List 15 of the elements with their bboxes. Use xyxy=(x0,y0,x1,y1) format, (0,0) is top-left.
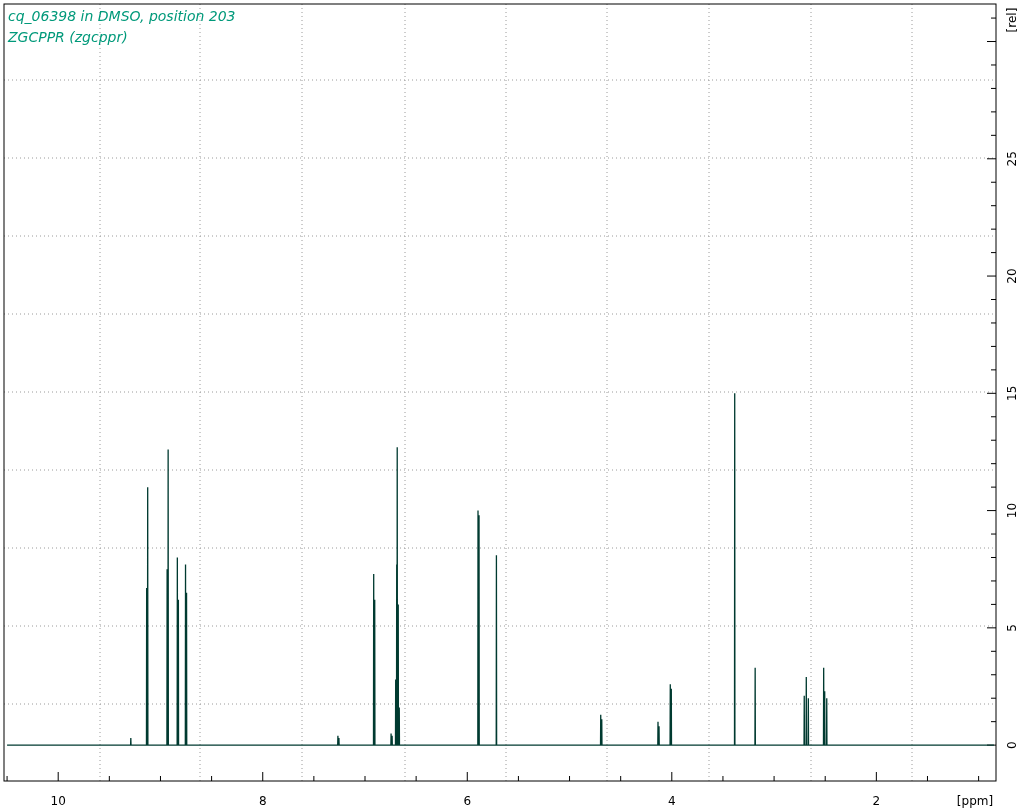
axis-tick-label: 10 xyxy=(1005,502,1019,519)
axis-tick-label: 8 xyxy=(258,794,267,808)
axis-label: [rel] xyxy=(1005,7,1019,33)
axis-tick-label: 4 xyxy=(668,794,676,808)
axis-tick-label: 25 xyxy=(1005,151,1019,167)
axis-tick-label: 10 xyxy=(50,794,66,808)
spectrum-title: cq_06398 in DMSO, position 203 xyxy=(8,8,236,24)
axis-tick-label: 2 xyxy=(872,794,881,808)
axis-tick-label: 5 xyxy=(1005,624,1019,632)
axis-tick-label: 0 xyxy=(1005,741,1019,749)
axis-tick-label: 20 xyxy=(1005,268,1019,284)
axis-tick-label: 15 xyxy=(1005,385,1019,401)
spectrum-title: ZGCPPR (zgcppr) xyxy=(8,29,128,45)
axis-label: [ppm] xyxy=(956,794,994,808)
axis-tick-label: 6 xyxy=(463,794,472,808)
